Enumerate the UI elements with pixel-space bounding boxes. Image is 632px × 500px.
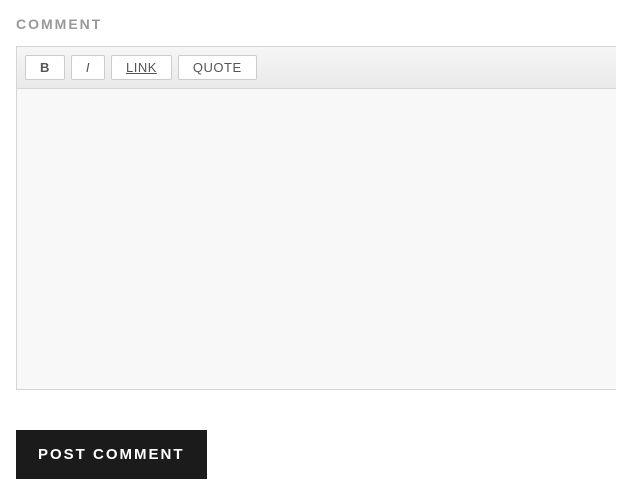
editor-toolbar: B I LINK QUOTE [17, 47, 616, 89]
bold-button[interactable]: B [25, 55, 65, 80]
link-button[interactable]: LINK [111, 55, 172, 80]
comment-label: Comment [16, 16, 616, 32]
comment-editor: B I LINK QUOTE [16, 46, 616, 390]
comment-textarea[interactable] [17, 89, 616, 389]
post-comment-button[interactable]: Post Comment [16, 430, 207, 479]
quote-button[interactable]: QUOTE [178, 55, 257, 80]
italic-button[interactable]: I [71, 55, 105, 80]
